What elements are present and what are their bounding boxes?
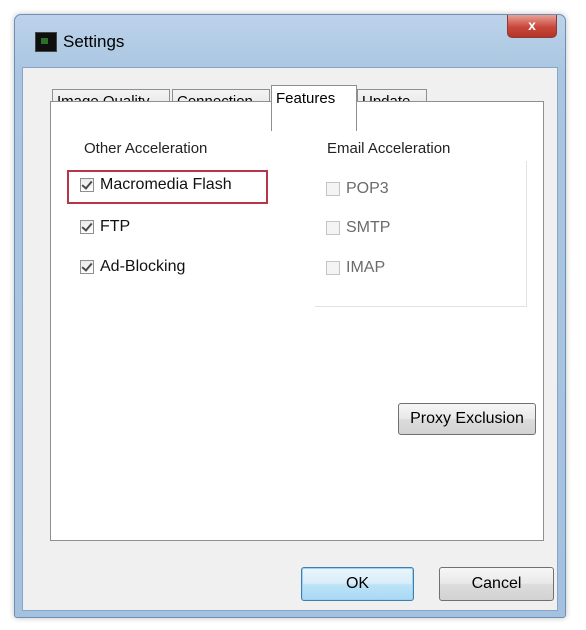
pop3-checkbox[interactable]: POP3 bbox=[326, 180, 426, 200]
checkbox-box[interactable] bbox=[326, 221, 340, 235]
close-button[interactable]: x bbox=[507, 15, 557, 38]
checkbox-box[interactable] bbox=[326, 261, 340, 275]
checkbox-label: IMAP bbox=[346, 259, 386, 276]
checkbox-box[interactable] bbox=[80, 220, 94, 234]
other-acceleration-label: Other Acceleration bbox=[84, 140, 208, 157]
checkbox-label: SMTP bbox=[346, 219, 391, 236]
cancel-button[interactable]: Cancel bbox=[439, 567, 554, 601]
title-bar[interactable]: Settings x bbox=[15, 15, 565, 67]
checkbox-label: Ad-Blocking bbox=[100, 258, 186, 275]
tab-features[interactable]: Features bbox=[271, 85, 357, 131]
email-acceleration-label: Email Acceleration bbox=[327, 140, 451, 157]
ok-button[interactable]: OK bbox=[301, 567, 414, 601]
proxy-exclusion-button[interactable]: Proxy Exclusion bbox=[398, 403, 536, 435]
checkbox-label: POP3 bbox=[346, 180, 389, 197]
highlight-annotation-box bbox=[67, 170, 268, 204]
ftp-checkbox[interactable]: FTP bbox=[80, 218, 200, 238]
app-icon bbox=[35, 32, 57, 52]
checkbox-box[interactable] bbox=[80, 260, 94, 274]
checkbox-label: FTP bbox=[100, 218, 131, 235]
imap-checkbox[interactable]: IMAP bbox=[326, 259, 426, 279]
window-title: Settings bbox=[63, 32, 125, 51]
ad-blocking-checkbox[interactable]: Ad-Blocking bbox=[80, 258, 220, 278]
smtp-checkbox[interactable]: SMTP bbox=[326, 219, 426, 239]
checkbox-box[interactable] bbox=[326, 182, 340, 196]
